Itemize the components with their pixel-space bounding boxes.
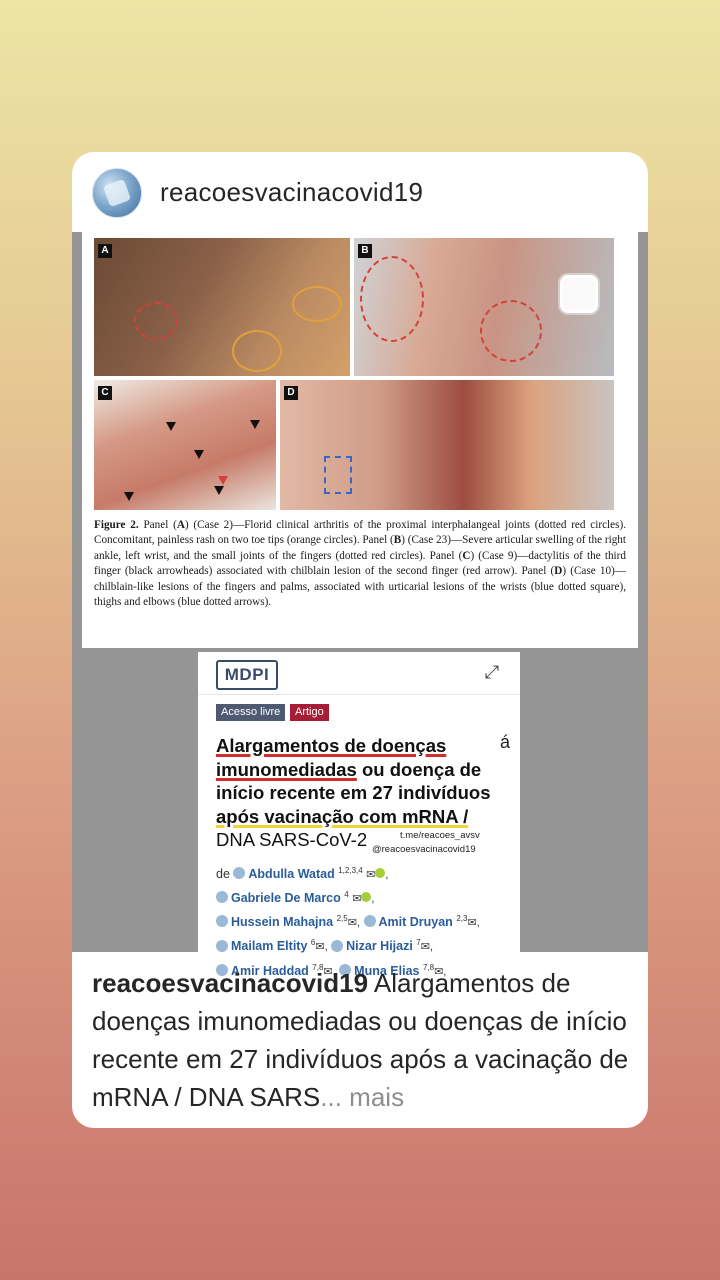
panel-letter-a: A: [98, 244, 112, 258]
black-arrowhead: [214, 486, 224, 495]
mail-icon[interactable]: ✉: [352, 893, 361, 905]
avatar[interactable]: [92, 168, 142, 218]
author-name[interactable]: Mailam Eltity: [231, 940, 307, 954]
caption-bold: A: [176, 519, 185, 531]
title-highlight: imunomediadas: [216, 758, 357, 780]
panel-letter-c: C: [98, 386, 112, 400]
mdpi-article-screenshot: MDPI ⤢ Acesso livre Artigo á Alargamento…: [198, 652, 520, 978]
author-name[interactable]: Nizar Hijazi: [346, 940, 413, 954]
author-affiliation: 2,5: [336, 914, 348, 924]
orcid-icon[interactable]: [375, 868, 386, 879]
watermark-telegram: t.me/reacoes_avsv: [400, 830, 480, 841]
author-profile-icon: [216, 891, 228, 904]
caption-bold: Figure 2.: [94, 519, 139, 531]
orange-circle: [232, 330, 282, 372]
avatar-image: [102, 178, 132, 208]
watermark-handle: @reacoesvacinacovid19: [372, 844, 476, 855]
author-profile-icon: [331, 939, 344, 952]
separator: ,: [385, 869, 389, 882]
black-arrowhead: [124, 492, 134, 501]
open-access-tag: Acesso livre: [216, 704, 286, 721]
black-arrowhead: [166, 422, 176, 431]
title-line: início recente em 27 indivíduos: [216, 782, 491, 803]
black-arrowhead: [250, 420, 260, 429]
author-row: Gabriele De Marco 4 ✉,: [216, 885, 516, 909]
username[interactable]: reacoesvacinacovid19: [160, 177, 423, 208]
separator: ,: [356, 917, 361, 930]
author-profile-icon: [216, 939, 228, 952]
author-affiliation: 2,3: [456, 914, 468, 924]
separator: ,: [476, 917, 480, 930]
red-dotted-circle: [360, 256, 424, 342]
author-name[interactable]: Gabriele De Marco: [231, 891, 341, 905]
author-affiliation: 1,2,3,4: [338, 866, 363, 875]
title-line: Alargamentos de doenças: [216, 735, 447, 756]
mdpi-logo: MDPI: [216, 660, 278, 690]
author-profile-icon: [233, 867, 246, 880]
figure-screenshot: A B C D Figure 2. Panel (A) (Case 2)—Flo…: [82, 232, 638, 648]
figure-panel-d: D: [280, 380, 614, 510]
title-line: após vacinação com mRNA /: [216, 805, 469, 827]
post-header: reacoesvacinacovid19: [72, 152, 648, 232]
separator: ,: [371, 893, 375, 906]
separator: ,: [429, 941, 434, 954]
mail-icon[interactable]: ✉: [348, 917, 357, 929]
post-media[interactable]: A B C D Figure 2. Panel (A) (Case 2)—Flo…: [72, 232, 648, 978]
panel-letter-b: B: [358, 244, 372, 258]
red-arrow: [218, 476, 228, 485]
title-line-2: imunomediadas ou doença de: [216, 758, 506, 782]
blue-dotted-square: [324, 456, 352, 494]
author-row: Hussein Mahajna 2,5✉, Amit Druyan 2,3✉,: [216, 909, 516, 933]
black-arrowhead: [194, 450, 204, 459]
figure-panel-a: A: [94, 238, 350, 376]
caption-username[interactable]: reacoesvacinacovid19: [92, 968, 368, 998]
author-affiliation: 4: [344, 890, 349, 900]
red-dotted-circle: [134, 302, 178, 340]
expand-icon[interactable]: ⤢: [482, 662, 502, 682]
caption-text: Panel (: [138, 519, 177, 531]
author-name[interactable]: Hussein Mahajna: [231, 915, 333, 929]
authors-prefix: de: [216, 867, 230, 882]
mail-icon[interactable]: ✉: [315, 942, 324, 954]
post-caption[interactable]: reacoesvacinacovid19 Alargamentos de doe…: [92, 964, 632, 1116]
mail-icon[interactable]: ✉: [467, 917, 476, 929]
orcid-icon[interactable]: [361, 892, 372, 903]
author-row: Mailam Eltity 6✉, Nizar Hijazi 7✉,: [216, 933, 516, 957]
author-name[interactable]: Amit Druyan: [379, 915, 453, 929]
sticker-square: [560, 275, 598, 313]
red-dotted-circle: [480, 300, 542, 362]
mail-icon[interactable]: ✉: [421, 942, 430, 954]
story-post-card[interactable]: reacoesvacinacovid19 A B C D Figure 2. P…: [72, 152, 648, 1128]
more-link[interactable]: ... mais: [320, 1082, 404, 1112]
panel-letter-d: D: [284, 386, 298, 400]
figure-panel-c: C: [94, 380, 276, 510]
orange-circle: [292, 286, 342, 322]
figure-caption: Figure 2. Panel (A) (Case 2)—Florid clin…: [94, 518, 626, 610]
author-profile-icon: [216, 915, 228, 928]
author-row: de Abdulla Watad 1,2,3,4 ✉,: [216, 861, 516, 885]
mail-icon[interactable]: ✉: [366, 869, 375, 881]
article-type-tag: Artigo: [290, 704, 329, 721]
mdpi-header: MDPI ⤢: [198, 652, 520, 695]
title-line-rest: ou doença de: [356, 758, 482, 780]
author-profile-icon: [363, 915, 376, 928]
author-name[interactable]: Abdulla Watad: [248, 867, 334, 881]
separator: ,: [324, 941, 328, 954]
